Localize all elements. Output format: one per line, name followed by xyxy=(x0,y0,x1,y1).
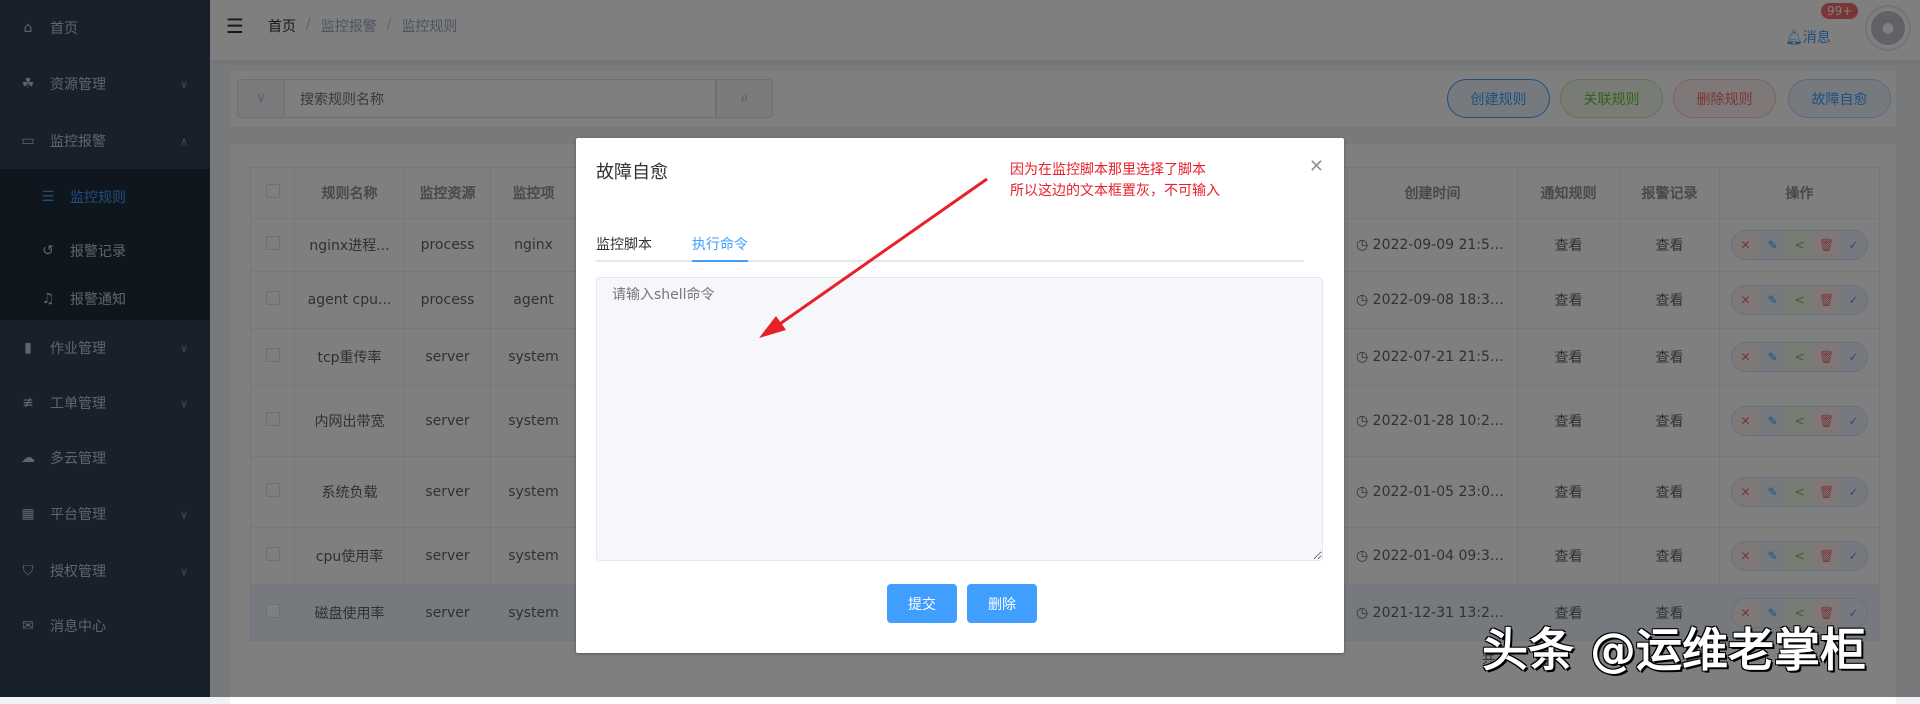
self-heal-dialog: 故障自愈 ✕ 监控脚本 执行命令 提交 删除 因为在监控脚本那里选择了脚本 所以… xyxy=(576,138,1344,653)
watermark: 头条 @运维老掌柜 xyxy=(1482,623,1867,677)
annotation-arrow xyxy=(759,177,988,338)
